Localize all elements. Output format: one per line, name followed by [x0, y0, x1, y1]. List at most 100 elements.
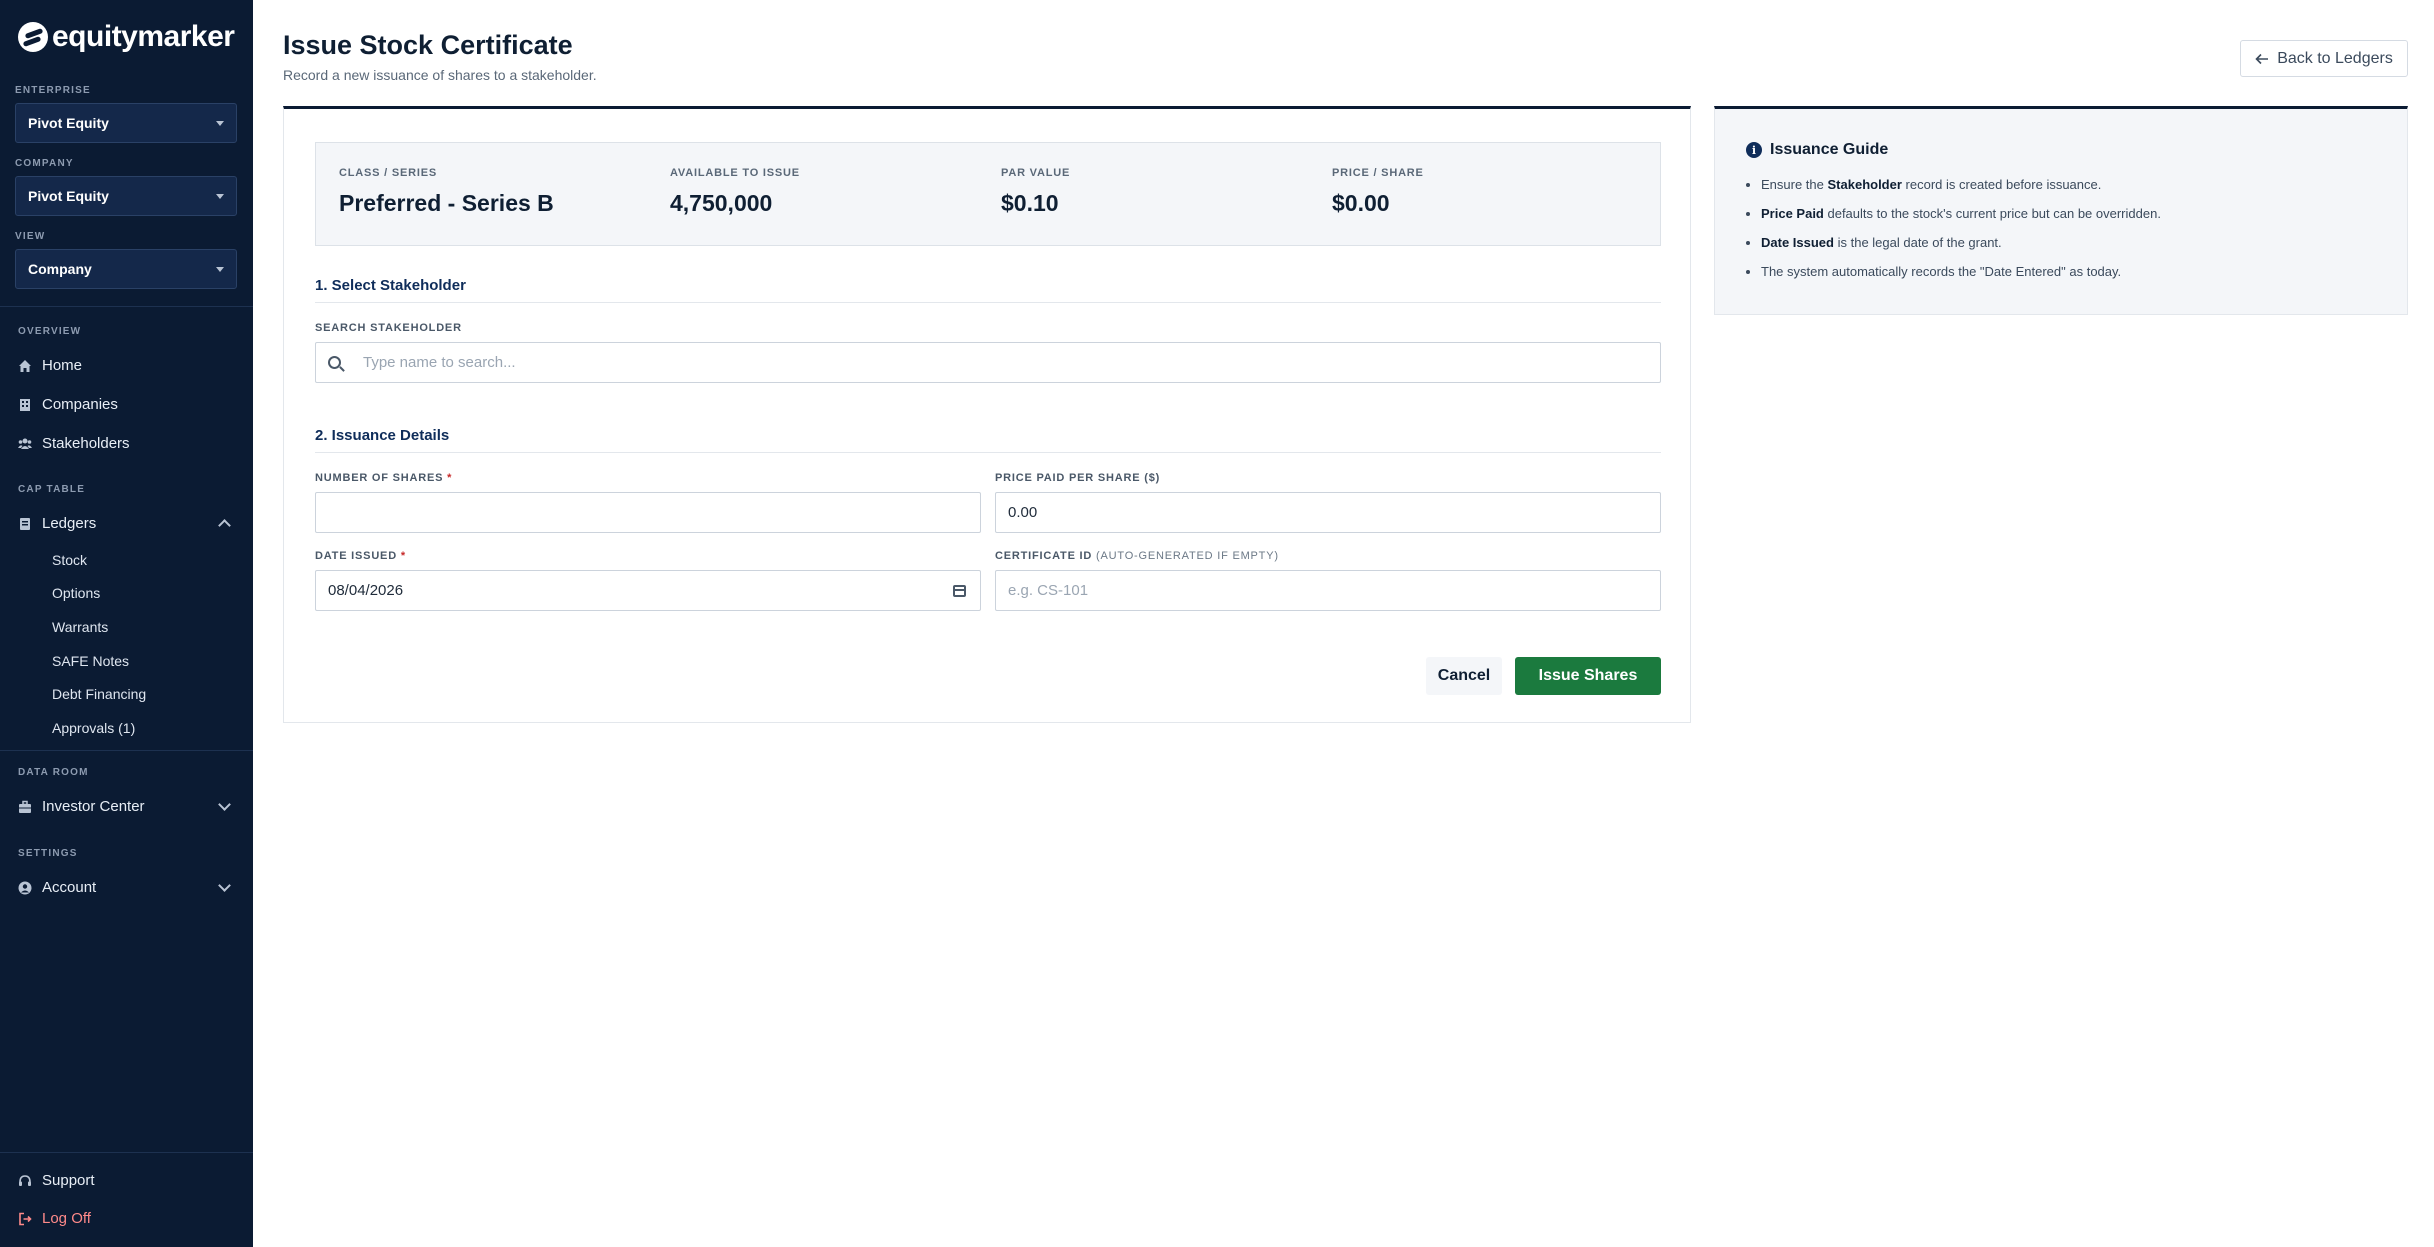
sidebar-item-label: Log Off [42, 1210, 91, 1227]
sidebar-item-home[interactable]: Home [18, 357, 82, 374]
section-select-stakeholder: 1. Select Stakeholder [315, 277, 466, 294]
stat-value: $0.10 [1001, 190, 1059, 216]
guide-bold: Stakeholder [1827, 177, 1902, 192]
sidebar: equitymarker ENTERPRISE Pivot Equity COM… [0, 0, 253, 1247]
section-issuance-details: 2. Issuance Details [315, 427, 450, 444]
guide-title: i Issuance Guide [1746, 141, 1888, 159]
sidebar-item-log-off[interactable]: Log Off [18, 1210, 91, 1227]
sidebar-item-stakeholders[interactable]: Stakeholders [18, 435, 130, 452]
ledger-icon [20, 517, 30, 530]
guide-item: Ensure the Stakeholder record is created… [1761, 175, 2381, 204]
stat-available-to-issue: AVAILABLE TO ISSUE 4,750,000 [670, 167, 800, 217]
sidebar-subitem-approvals[interactable]: Approvals (1) [52, 720, 135, 736]
certificate-id-label-text: CERTIFICATE ID [995, 550, 1093, 562]
view-select[interactable]: Company [15, 249, 237, 289]
issue-shares-button[interactable]: Issue Shares [1515, 657, 1661, 695]
sidebar-divider [0, 750, 253, 751]
stat-label: PRICE / SHARE [1332, 167, 1424, 179]
sidebar-subitem-warrants[interactable]: Warrants [52, 619, 108, 635]
guide-item: The system automatically records the "Da… [1761, 262, 2381, 291]
logout-icon [19, 1212, 32, 1225]
caret-down-icon [216, 193, 224, 199]
sidebar-item-label: Account [42, 879, 97, 896]
sidebar-item-ledgers[interactable]: Ledgers [18, 515, 235, 532]
page-title: Issue Stock Certificate [283, 30, 573, 60]
calendar-icon[interactable] [953, 585, 966, 597]
sidebar-item-label: Support [42, 1172, 95, 1189]
sidebar-item-companies[interactable]: Companies [18, 396, 118, 413]
sidebar-item-support[interactable]: Support [18, 1172, 95, 1189]
sidebar-item-account[interactable]: Account [18, 879, 235, 896]
logo-icon [18, 22, 48, 52]
stat-value: $0.00 [1332, 190, 1390, 216]
data-room-label: DATA ROOM [18, 767, 89, 778]
sidebar-item-label: Companies [42, 396, 118, 413]
certificate-id-input[interactable]: e.g. CS-101 [995, 570, 1661, 611]
back-to-ledgers-button[interactable]: Back to Ledgers [2240, 40, 2408, 77]
briefcase-icon [19, 800, 31, 813]
sidebar-divider [0, 306, 253, 307]
caret-down-icon [216, 120, 224, 126]
enterprise-label: ENTERPRISE [15, 85, 91, 96]
sidebar-item-label: Investor Center [42, 798, 145, 815]
back-button-label: Back to Ledgers [2277, 49, 2393, 67]
date-issued-input[interactable]: 08/04/2026 [315, 570, 981, 611]
search-stakeholder-input[interactable]: Type name to search... [315, 342, 1661, 383]
issuance-guide-panel: i Issuance Guide Ensure the Stakeholder … [1714, 106, 2408, 315]
guide-item: Date Issued is the legal date of the gra… [1761, 233, 2381, 262]
number-of-shares-input[interactable] [315, 492, 981, 533]
cap-table-label: CAP TABLE [18, 484, 86, 495]
company-select[interactable]: Pivot Equity [15, 176, 237, 216]
guide-item: Price Paid defaults to the stock's curre… [1761, 204, 2381, 233]
home-icon [19, 359, 31, 372]
number-of-shares-label: NUMBER OF SHARES * [315, 472, 452, 484]
search-stakeholder-label: SEARCH STAKEHOLDER [315, 322, 462, 334]
chevron-down-icon [218, 798, 231, 811]
required-mark: * [400, 550, 406, 562]
sidebar-item-label: Home [42, 357, 83, 374]
date-issued-label: DATE ISSUED * [315, 550, 406, 562]
view-value: Company [28, 261, 92, 277]
chevron-down-icon [218, 879, 231, 892]
stat-label: PAR VALUE [1001, 167, 1071, 179]
sidebar-subitem-options[interactable]: Options [52, 585, 100, 601]
required-mark: * [447, 472, 453, 484]
headset-icon [19, 1174, 31, 1186]
brand-logo[interactable]: equitymarker [18, 20, 235, 54]
sidebar-item-investor-center[interactable]: Investor Center [18, 798, 235, 815]
user-circle-icon [18, 881, 32, 894]
sidebar-subitem-debt-financing[interactable]: Debt Financing [52, 686, 146, 702]
stat-price-per-share: PRICE / SHARE $0.00 [1332, 167, 1424, 217]
stat-class-series: CLASS / SERIES Preferred - Series B [339, 167, 554, 217]
stat-par-value: PAR VALUE $0.10 [1001, 167, 1070, 217]
stat-label: AVAILABLE TO ISSUE [670, 167, 800, 179]
guide-text: defaults to the stock's current price bu… [1823, 206, 2161, 221]
cancel-button[interactable]: Cancel [1426, 657, 1502, 695]
sidebar-item-label: Ledgers [42, 515, 97, 532]
stat-label: CLASS / SERIES [339, 167, 437, 179]
search-icon [328, 356, 341, 369]
settings-label: SETTINGS [18, 848, 78, 859]
info-icon: i [1746, 142, 1762, 158]
price-paid-input[interactable]: 0.00 [995, 492, 1661, 533]
brand-name: equitymarker [52, 20, 235, 53]
certificate-id-hint: (AUTO-GENERATED IF EMPTY) [1096, 550, 1279, 562]
enterprise-select[interactable]: Pivot Equity [15, 103, 237, 143]
stock-summary-panel: CLASS / SERIES Preferred - Series B AVAI… [315, 142, 1661, 246]
guide-text: record is created before issuance. [1901, 177, 2102, 192]
caret-down-icon [216, 266, 224, 272]
company-value: Pivot Equity [28, 188, 109, 204]
guide-bold: Date Issued [1761, 235, 1834, 250]
price-paid-label: PRICE PAID PER SHARE ($) [995, 472, 1161, 484]
sidebar-subitem-safe-notes[interactable]: SAFE Notes [52, 653, 129, 669]
section-divider [315, 452, 1661, 453]
stat-value: Preferred - Series B [339, 190, 554, 216]
guide-text: is the legal date of the grant. [1833, 235, 2002, 250]
guide-list: Ensure the Stakeholder record is created… [1761, 175, 2381, 291]
sidebar-subitem-stock[interactable]: Stock [52, 552, 87, 568]
stat-value: 4,750,000 [670, 190, 773, 216]
users-icon [18, 438, 32, 449]
date-issued-value: 08/04/2026 [328, 582, 404, 599]
guide-bold: Price Paid [1761, 206, 1824, 221]
search-placeholder: Type name to search... [363, 354, 516, 371]
